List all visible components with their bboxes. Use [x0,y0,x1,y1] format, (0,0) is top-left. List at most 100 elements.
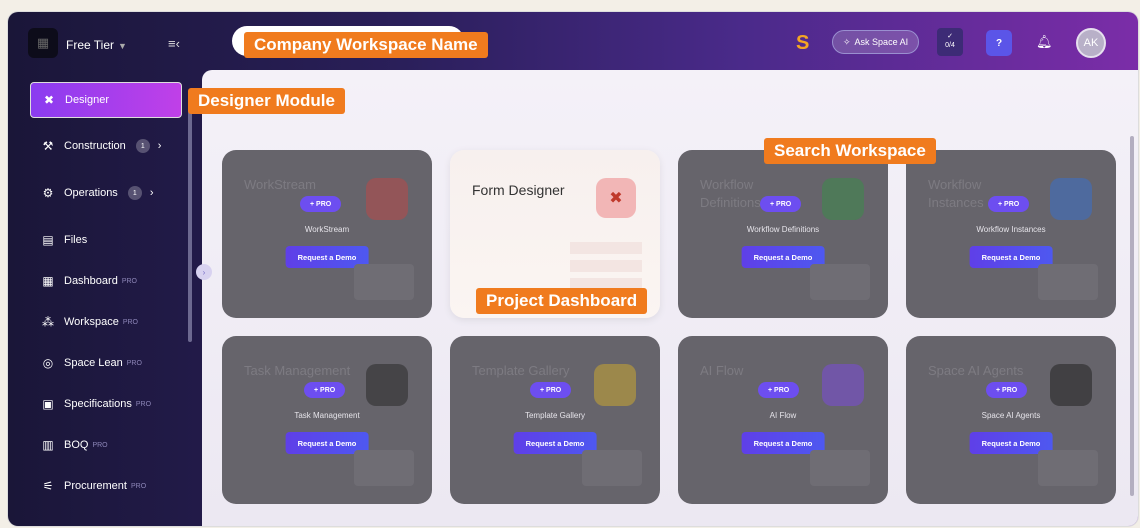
app-logo[interactable]: ▦ [28,28,58,58]
module-name: WorkStream [304,225,350,234]
space-ai-agents-icon [1050,364,1092,406]
ghost-title: Task Management [244,363,351,378]
sidebar-item-label: Procurement [64,480,127,492]
app-window: ▦ Free Tier ▼ ≡‹ S ✧ Ask Space AI ✓ 0/4 ? 🔔… [8,12,1138,526]
specifications-icon: ▣ [42,397,54,411]
module-name: Task Management [294,411,360,420]
ghost-preview [1038,450,1098,486]
callout-workspace-name: Company Workspace Name [244,32,488,58]
sidebar-item-procurement[interactable]: ⚟ Procurement PRO [30,468,182,504]
lean-icon: ◎ [42,356,54,370]
module-card-workstream: WorkStream + PRO WorkStream Request a De… [222,150,432,318]
ask-label: Ask Space AI [854,37,909,47]
pro-badge: + PRO [760,196,802,212]
pro-badge: + PRO [758,382,800,398]
module-card-space-ai-agents: Space AI Agents + PRO Space AI Agents Re… [906,336,1116,504]
procurement-icon: ⚟ [42,479,54,493]
progress-count: 0/4 [945,42,955,49]
bell-icon[interactable]: 🔔︎ [1036,34,1053,50]
task-management-icon [366,364,408,406]
module-card-task-management: Task Management + PRO Task Management Re… [222,336,432,504]
workflow-instances-icon [1050,178,1092,220]
sidebar: ✖ Designer ⚒ Construction 1 › ⚙ Operations 1 › … [8,70,194,526]
sidebar-item-operations[interactable]: ⚙ Operations 1 › [30,175,182,211]
sidebar-item-label: Designer [65,94,110,106]
preview-bar [570,242,642,254]
pro-badge: + PRO [300,196,342,212]
pro-badge: + PRO [988,196,1030,212]
check-icon: ✓ [947,33,953,40]
sidebar-scrollbar[interactable] [188,90,192,342]
pro-tag: PRO [122,318,138,326]
ghost-title: WorkStream [244,177,316,192]
chevron-right-icon: › [149,187,154,199]
sidebar-item-label: Space Lean [64,357,123,369]
sidebar-item-workspace[interactable]: ⁂ Workspace PRO [30,304,182,340]
tier-selector[interactable]: Free Tier ▼ [66,38,127,52]
sidebar-item-label: Workspace [64,316,119,328]
ghost-title: AI Flow [700,363,744,378]
pro-badge: + PRO [304,382,346,398]
brand-logo-icon: S [796,32,810,54]
ghost-preview [810,450,870,486]
count-badge: 1 [127,186,142,200]
sidebar-item-boq[interactable]: ▥ BOQ PRO [30,427,182,463]
tools-icon: ⚒ [42,139,54,153]
module-name: Workflow Definitions [746,225,820,234]
module-card-template-gallery: Template Gallery + PRO Template Gallery … [450,336,660,504]
callout-designer-module: Designer Module [188,88,345,114]
sidebar-item-dashboard[interactable]: ▦ Dashboard PRO [30,263,182,299]
file-icon: ▤ [42,233,54,247]
sidebar-item-space-lean[interactable]: ◎ Space Lean PRO [30,345,182,381]
designer-icon: ✖ [43,93,55,107]
ghost-preview [582,450,642,486]
pro-tag: PRO [126,359,142,367]
sidebar-item-files[interactable]: ▤ Files [30,222,182,258]
module-name: Template Gallery [524,411,586,420]
help-button[interactable]: ? [986,30,1012,56]
collapse-sidebar-icon[interactable]: ≡‹ [168,36,180,51]
boq-icon: ▥ [42,438,54,452]
callout-search-workspace: Search Workspace [764,138,936,164]
module-card-ai-flow: AI Flow + PRO AI Flow Request a Demo [678,336,888,504]
chevron-down-icon: ▼ [118,41,127,51]
top-bar: ▦ Free Tier ▼ ≡‹ S ✧ Ask Space AI ✓ 0/4 ? 🔔… [8,12,1138,70]
sparkle-icon: ✧ [843,36,851,47]
ai-flow-icon [822,364,864,406]
ghost-preview [354,450,414,486]
pro-tag: PRO [121,277,137,285]
ask-space-ai-button[interactable]: ✧ Ask Space AI [832,30,920,54]
pro-badge: + PRO [530,382,572,398]
pro-tag: PRO [130,482,147,490]
module-name: Space AI Agents [981,411,1041,420]
module-name: AI Flow [769,411,797,420]
sidebar-item-label: Files [64,234,88,246]
pro-tag: PRO [92,441,108,449]
sidebar-item-label: BOQ [64,439,89,451]
count-badge: 1 [135,139,150,153]
sidebar-item-label: Specifications [64,398,132,410]
pro-badge: + PRO [986,382,1028,398]
ghost-title: Template Gallery [472,363,570,378]
module-name: Workflow Instances [976,225,1046,234]
sidebar-item-specifications[interactable]: ▣ Specifications PRO [30,386,182,422]
sidebar-item-label: Operations [64,187,118,199]
template-gallery-icon [594,364,636,406]
onboarding-progress[interactable]: ✓ 0/4 [937,28,963,56]
ghost-preview [354,264,414,300]
callout-project-dashboard: Project Dashboard [476,288,648,314]
expand-handle-icon[interactable]: › [196,264,212,280]
module-name: Form Designer [472,182,565,198]
ghost-title: Space AI Agents [928,363,1024,378]
module-grid: WorkStream + PRO WorkStream Request a De… [202,70,1138,526]
module-card-workflow-instances: Workflow Instances + PRO Workflow Instan… [906,150,1116,318]
gear-icon: ⚙ [42,186,54,200]
sidebar-item-label: Construction [64,140,126,152]
sidebar-item-construction[interactable]: ⚒ Construction 1 › [30,128,182,164]
main-scrollbar[interactable] [1130,136,1134,496]
avatar[interactable]: AK [1076,28,1106,58]
workflow-definitions-icon [822,178,864,220]
ghost-preview [810,264,870,300]
sidebar-item-designer[interactable]: ✖ Designer [30,82,182,118]
pro-tag: PRO [135,400,152,408]
